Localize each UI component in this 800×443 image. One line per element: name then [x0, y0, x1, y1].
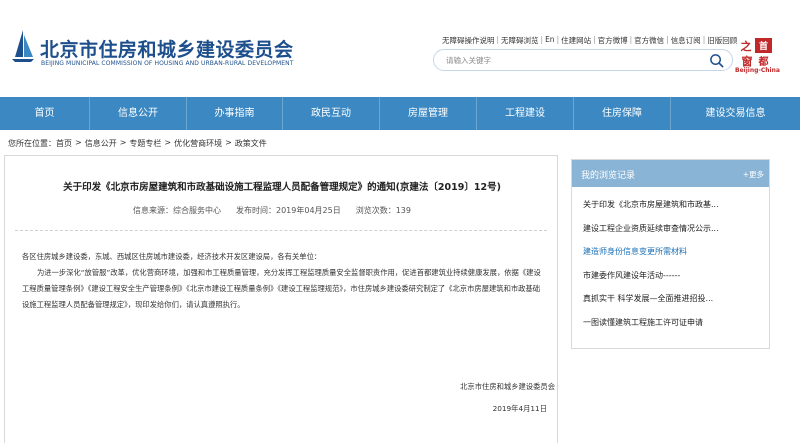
nav-info-disclosure[interactable]: 信息公开	[90, 97, 187, 130]
site-subtitle: BEIJING MUNICIPAL COMMISSION OF HOUSING …	[41, 60, 294, 67]
history-item[interactable]: 真抓实干 科学发展—全面推进招投...	[583, 287, 763, 311]
old-version-link[interactable]: 旧版回顾	[705, 35, 739, 46]
nav-housing-security[interactable]: 住房保障	[574, 97, 671, 130]
site-header: 北京市住房和城乡建设委员会 BEIJING MUNICIPAL COMMISSI…	[0, 0, 800, 97]
official-wechat-link[interactable]: 官方微信	[632, 35, 666, 46]
subscribe-link[interactable]: 信息订阅	[669, 35, 703, 46]
breadcrumb-prefix: 您所在位置：	[8, 139, 56, 148]
history-header: 我的浏览记录 +更多	[572, 160, 769, 187]
meta-divider	[15, 230, 547, 231]
history-title: 我的浏览记录	[581, 171, 636, 181]
official-weibo-link[interactable]: 官方微博	[596, 35, 630, 46]
article-greeting: 各区住房城乡建设委，东城、西城区住房城市建设委，经济技术开发区建设局，各有关单位…	[22, 252, 322, 261]
article-panel: 关于印发《北京市房屋建筑和市政基础设施工程监理人员配备管理规定》的通知(京建法〔…	[4, 155, 558, 443]
nav-construction[interactable]: 工程建设	[477, 97, 574, 130]
nav-interaction[interactable]: 政民互动	[283, 97, 380, 130]
nav-home[interactable]: 首页	[0, 97, 90, 130]
top-links: 无障碍操作说明 | 无障碍浏览 | En | 住建网站 | 官方微博 | 官方微信 | 信息…	[440, 35, 739, 46]
svg-text:之: 之	[741, 39, 752, 53]
signature-date: 2019年4月11日	[492, 404, 547, 413]
search-input[interactable]	[446, 54, 696, 67]
article-views: 浏览次数：139	[355, 206, 411, 215]
main-nav: 首页 信息公开 办事指南 政民互动 房屋管理 工程建设 住房保障 建设交易信息	[0, 97, 800, 130]
breadcrumb-business-environment[interactable]: 优化营商环境	[174, 138, 222, 149]
nav-trading-info[interactable]: 建设交易信息	[671, 97, 800, 130]
svg-text:窗: 窗	[742, 54, 753, 68]
nav-service-guide[interactable]: 办事指南	[187, 97, 283, 130]
article-paragraph: 为进一步深化“放管服”改革，优化营商环境，加强和市工程质量管理，充分发挥工程监理…	[22, 268, 541, 309]
search-box	[433, 49, 733, 71]
svg-text:首: 首	[759, 40, 768, 52]
history-item[interactable]: 一图读懂建筑工程施工许可证申请	[583, 311, 763, 335]
history-item[interactable]: 建设工程企业资质延续审查情况公示...	[583, 217, 763, 241]
article-date: 发布时间：2019年04月25日	[236, 206, 341, 215]
history-more-link[interactable]: +更多	[743, 169, 764, 180]
site-title[interactable]: 北京市住房和城乡建设委员会	[40, 35, 294, 62]
article-meta: 信息来源：综合服务中心 发布时间：2019年04月25日 浏览次数：139	[133, 205, 411, 216]
history-item[interactable]: 市建委作风建设年活动------	[583, 264, 763, 288]
mobile-site-link[interactable]: 住建网站	[559, 35, 593, 46]
commission-logo-icon[interactable]	[10, 29, 36, 63]
article-body: 各区住房城乡建设委，东城、西城区住房城市建设委，经济技术开发区建设局，各有关单位…	[22, 249, 547, 313]
article-source: 信息来源：综合服务中心	[133, 206, 221, 215]
nav-housing-management[interactable]: 房屋管理	[380, 97, 477, 130]
breadcrumb-policy-documents[interactable]: 政策文件	[235, 138, 267, 149]
signature-org: 北京市住房和城乡建设委员会	[460, 382, 555, 391]
english-link[interactable]: En	[543, 35, 557, 46]
breadcrumb: 您所在位置： 首页 > 信息公开 > 专题专栏 > 优化营商环境 > 政策文件	[8, 138, 267, 149]
breadcrumb-home[interactable]: 首页	[56, 138, 72, 149]
search-icon[interactable]	[709, 53, 724, 68]
history-item[interactable]: 建造师身份信息变更所需材料	[583, 240, 763, 264]
browsing-history-panel: 我的浏览记录 +更多 关于印发《北京市房屋建筑和市政基... 建设工程企业资质延…	[571, 159, 770, 349]
accessible-browse-link[interactable]: 无障碍浏览	[499, 35, 541, 46]
article-title: 关于印发《北京市房屋建筑和市政基础设施工程监理人员配备管理规定》的通知(京建法〔…	[63, 182, 501, 193]
history-list: 关于印发《北京市房屋建筑和市政基... 建设工程企业资质延续审查情况公示... …	[572, 193, 769, 334]
history-item[interactable]: 关于印发《北京市房屋建筑和市政基...	[583, 193, 763, 217]
breadcrumb-info-disclosure[interactable]: 信息公开	[85, 138, 117, 149]
accessibility-help-link[interactable]: 无障碍操作说明	[440, 35, 497, 46]
breadcrumb-special-topics[interactable]: 专题专栏	[129, 138, 161, 149]
badge-caption: Beijing-China	[735, 67, 780, 74]
